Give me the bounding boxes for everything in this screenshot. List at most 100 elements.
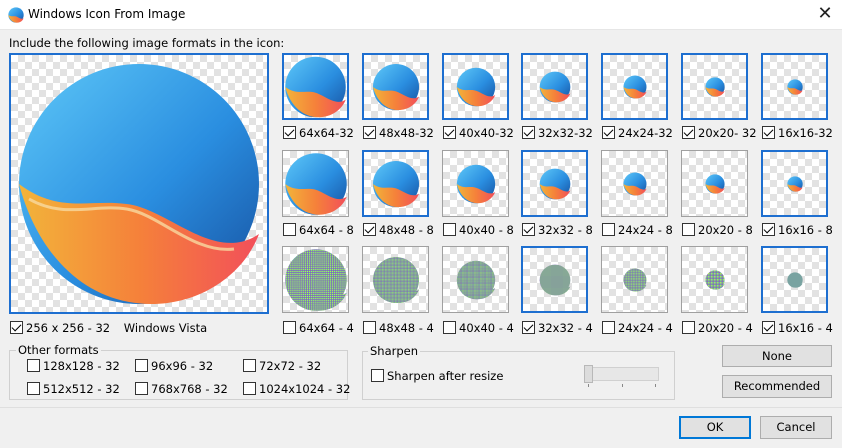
checkbox-box[interactable]	[363, 223, 376, 236]
other-format-label: 1024x1024 - 32	[259, 382, 351, 396]
cancel-button[interactable]: Cancel	[760, 416, 832, 439]
checkbox-box[interactable]	[522, 223, 535, 236]
checkbox-box[interactable]	[682, 321, 695, 334]
format-tile[interactable]	[601, 150, 668, 217]
other-format-checkbox[interactable]: 72x72 - 32	[243, 359, 321, 373]
format-label: 40x40-32	[459, 126, 514, 140]
checkbox-box[interactable]	[243, 359, 256, 372]
format-tile[interactable]	[601, 53, 668, 120]
windows-vista-note: Windows Vista	[123, 321, 208, 335]
format-checkbox[interactable]: 64x64 - 4	[283, 321, 354, 335]
format-label: 64x64-32	[299, 126, 354, 140]
format-checkbox[interactable]: 20x20 - 4	[682, 321, 753, 335]
other-format-checkbox[interactable]: 1024x1024 - 32	[243, 382, 350, 396]
logo-preview-image	[622, 171, 647, 196]
title-bar: Windows Icon From Image ✕	[0, 0, 842, 30]
ok-button[interactable]: OK	[679, 416, 751, 439]
checkbox-box[interactable]	[283, 223, 296, 236]
sharpen-slider-track[interactable]	[584, 367, 659, 381]
checkbox-box[interactable]	[27, 382, 40, 395]
checkbox-box[interactable]	[602, 223, 615, 236]
format-tile[interactable]	[362, 246, 429, 313]
format-checkbox[interactable]: 16x16 - 8	[762, 223, 833, 237]
logo-preview-image	[372, 160, 419, 207]
checkbox-box[interactable]	[522, 126, 535, 139]
format-tile[interactable]	[681, 246, 748, 313]
format-checkbox[interactable]: 48x48-32	[363, 126, 434, 140]
format-tile[interactable]	[681, 53, 748, 120]
format-checkbox[interactable]: 64x64-32	[283, 126, 354, 140]
other-format-checkbox[interactable]: 96x96 - 32	[135, 359, 213, 373]
format-checkbox[interactable]: 32x32 - 8	[522, 223, 593, 237]
format-tile[interactable]	[761, 246, 828, 313]
checkbox-box[interactable]	[762, 321, 775, 334]
format-256-checkbox[interactable]: 256 x 256 - 32 Windows Vista	[10, 321, 207, 335]
checkbox-box[interactable]	[762, 126, 775, 139]
checkbox-box[interactable]	[363, 126, 376, 139]
format-tile[interactable]	[761, 53, 828, 120]
other-format-checkbox[interactable]: 512x512 - 32	[27, 382, 120, 396]
format-tile[interactable]	[362, 150, 429, 217]
other-format-checkbox[interactable]: 128x128 - 32	[27, 359, 120, 373]
checkbox-box[interactable]	[443, 126, 456, 139]
format-tile[interactable]	[601, 246, 668, 313]
checkbox-box[interactable]	[602, 321, 615, 334]
format-tile[interactable]	[442, 53, 509, 120]
format-checkbox[interactable]: 16x16-32	[762, 126, 833, 140]
format-tile[interactable]	[681, 150, 748, 217]
format-tile[interactable]	[362, 53, 429, 120]
format-tile[interactable]	[521, 246, 588, 313]
checkbox-box[interactable]	[363, 321, 376, 334]
format-checkbox[interactable]: 24x24 - 4	[602, 321, 673, 335]
format-checkbox[interactable]: 64x64 - 8	[283, 223, 354, 237]
checkbox-box[interactable]	[243, 382, 256, 395]
slider-tick	[655, 384, 656, 387]
format-checkbox[interactable]: 40x40-32	[443, 126, 514, 140]
format-checkbox[interactable]: 20x20 - 8	[682, 223, 753, 237]
none-button[interactable]: None	[722, 345, 832, 367]
checkbox-box[interactable]	[283, 321, 296, 334]
format-label: 24x24 - 8	[618, 223, 673, 237]
format-tile[interactable]	[442, 246, 509, 313]
checkbox-box[interactable]	[682, 223, 695, 236]
other-format-label: 768x768 - 32	[151, 382, 228, 396]
checkbox-box[interactable]	[27, 359, 40, 372]
format-checkbox[interactable]: 40x40 - 4	[443, 321, 514, 335]
format-tile[interactable]	[282, 53, 349, 120]
checkbox-box[interactable]	[135, 359, 148, 372]
format-checkbox[interactable]: 32x32 - 4	[522, 321, 593, 335]
close-icon[interactable]: ✕	[812, 2, 838, 26]
checkbox-box[interactable]	[602, 126, 615, 139]
format-checkbox[interactable]: 48x48 - 8	[363, 223, 434, 237]
format-checkbox[interactable]: 20x20- 32	[682, 126, 757, 140]
checkbox-256[interactable]	[10, 321, 23, 334]
format-checkbox[interactable]: 48x48 - 4	[363, 321, 434, 335]
format-tile[interactable]	[521, 53, 588, 120]
sharpen-checkbox-box[interactable]	[371, 369, 384, 382]
checkbox-box[interactable]	[682, 126, 695, 139]
logo-preview-image	[539, 71, 570, 102]
preview-256[interactable]	[9, 53, 269, 314]
sharpen-slider-thumb[interactable]	[584, 365, 593, 383]
checkbox-box[interactable]	[522, 321, 535, 334]
format-tile[interactable]	[282, 246, 349, 313]
format-checkbox[interactable]: 32x32-32	[522, 126, 593, 140]
checkbox-box[interactable]	[443, 321, 456, 334]
checkbox-box[interactable]	[443, 223, 456, 236]
format-checkbox[interactable]: 24x24 - 8	[602, 223, 673, 237]
format-checkbox[interactable]: 40x40 - 8	[443, 223, 514, 237]
format-tile[interactable]	[282, 150, 349, 217]
other-format-checkbox[interactable]: 768x768 - 32	[135, 382, 228, 396]
format-label: 20x20- 32	[698, 126, 757, 140]
format-checkbox[interactable]: 16x16 - 4	[762, 321, 833, 335]
checkbox-box[interactable]	[135, 382, 148, 395]
checkbox-box[interactable]	[762, 223, 775, 236]
recommended-button[interactable]: Recommended	[722, 375, 832, 398]
format-checkbox[interactable]: 24x24-32	[602, 126, 673, 140]
sharpen-checkbox[interactable]: Sharpen after resize	[371, 369, 503, 383]
logo-preview-image	[622, 267, 647, 292]
format-tile[interactable]	[442, 150, 509, 217]
checkbox-box[interactable]	[283, 126, 296, 139]
format-tile[interactable]	[521, 150, 588, 217]
format-tile[interactable]	[761, 150, 828, 217]
